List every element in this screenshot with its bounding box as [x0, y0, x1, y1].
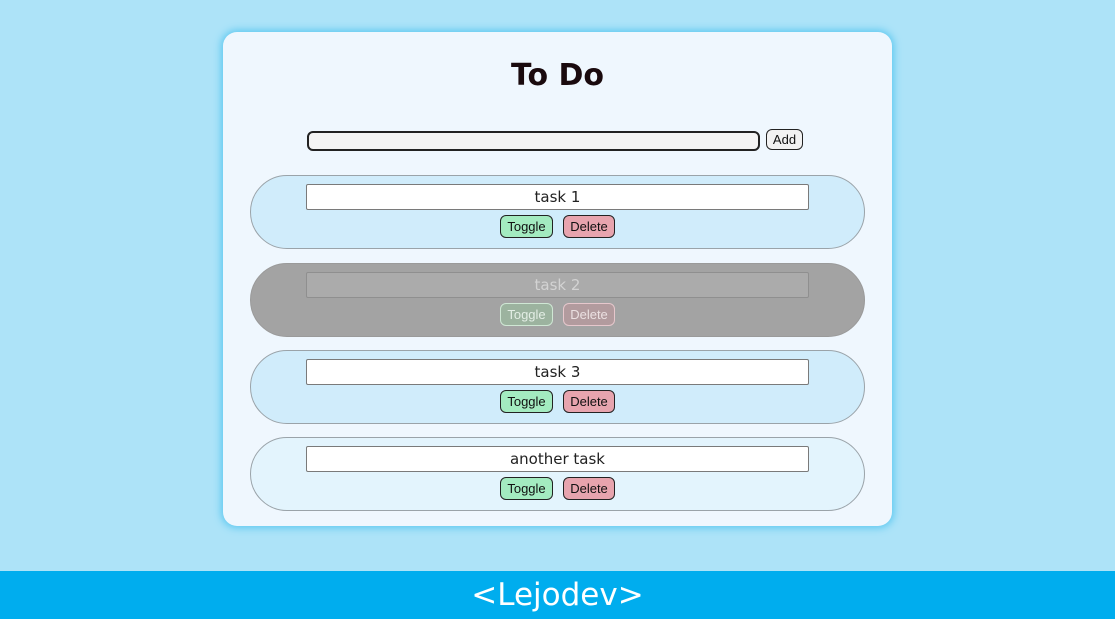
toggle-button[interactable]: Toggle [500, 390, 553, 413]
new-task-input[interactable] [307, 131, 760, 151]
toggle-button[interactable]: Toggle [500, 215, 553, 238]
task-text-field[interactable] [306, 446, 809, 472]
task-text-field[interactable] [306, 272, 809, 298]
task-item-completed: Toggle Delete [250, 263, 865, 337]
toggle-button[interactable]: Toggle [500, 303, 553, 326]
delete-button[interactable]: Delete [563, 390, 615, 413]
footer: <Lejodev> [0, 571, 1115, 619]
footer-brand: <Lejodev> [471, 577, 644, 613]
delete-button[interactable]: Delete [563, 303, 615, 326]
task-text-field[interactable] [306, 359, 809, 385]
delete-button[interactable]: Delete [563, 477, 615, 500]
task-item: Toggle Delete [250, 175, 865, 249]
page-title: To Do [510, 58, 605, 93]
task-item: Toggle Delete [250, 350, 865, 424]
delete-button[interactable]: Delete [563, 215, 615, 238]
task-text-field[interactable] [306, 184, 809, 210]
add-button[interactable]: Add [766, 129, 803, 150]
toggle-button[interactable]: Toggle [500, 477, 553, 500]
task-item: Toggle Delete [250, 437, 865, 511]
